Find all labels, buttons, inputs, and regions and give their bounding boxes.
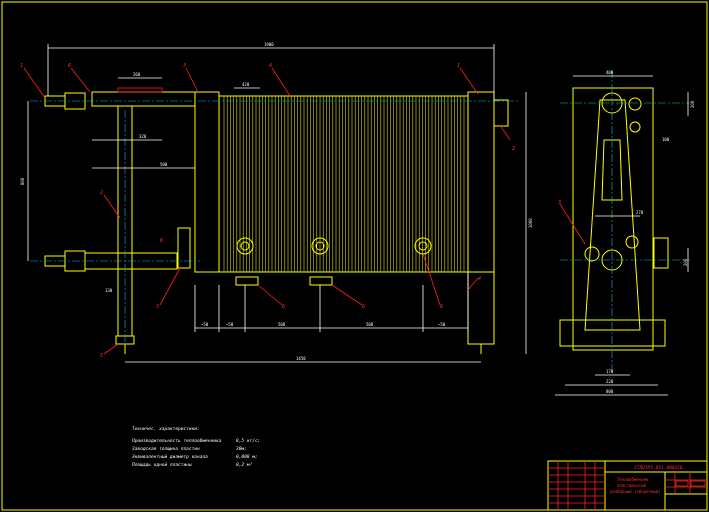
dim-b4: 500 [366, 322, 374, 327]
dim-side-m: 270 [636, 210, 644, 215]
side-trapezoid [584, 99, 641, 331]
bottom-flange-left [177, 227, 191, 269]
doc-name-1: Теплообменник [617, 477, 649, 482]
right-top-nozzle [493, 99, 509, 127]
callout-14: 4 [478, 276, 481, 282]
callout-4: 4 [269, 63, 272, 69]
dim-top-b: 420 [242, 82, 250, 87]
dim-side-r2: 100 [662, 137, 670, 142]
side-bottom-port-2 [584, 246, 600, 262]
drawing-frame [1, 1, 708, 511]
left-pressure-plate [194, 91, 220, 273]
dim-left-v: 800 [20, 177, 25, 185]
tech-row-4-label: Площадь одной пластины [131, 462, 192, 468]
side-top-port-3 [629, 121, 641, 133]
dim-b2: ~50 [226, 322, 234, 327]
tech-row-4-value: 0,2 м² [236, 462, 253, 468]
dim-b5: ~50 [438, 322, 446, 327]
callout-7: 2 [100, 190, 103, 196]
dim-side-b3: 800 [606, 389, 614, 394]
dim-side-r3: 200 [683, 258, 688, 266]
side-view [555, 70, 690, 396]
right-support [467, 271, 495, 345]
callout-12: 6 [160, 238, 163, 244]
dim-side-r1: 200 [690, 100, 695, 108]
side-base [559, 319, 666, 347]
top-guide-bar [91, 91, 196, 107]
dim-side-top: 400 [606, 70, 614, 75]
tech-row-3-label: Эквивалентный диаметр канала [132, 454, 208, 460]
callout-6: 2 [512, 146, 515, 152]
callout-1: 1 [20, 63, 23, 69]
doc-name-2: пластинчатый [617, 483, 646, 488]
cad-drawing: 1 6 3 4 1 2 2 3 6 6 6 6 5 4 3 1900 260 4… [1, 1, 708, 511]
callout-15: 3 [557, 200, 561, 206]
dim-side-b2: 220 [606, 379, 614, 384]
tech-row-1-label: Производительность теплообменника [131, 437, 222, 444]
callout-2: 6 [68, 63, 71, 69]
side-top-port-2 [628, 97, 642, 111]
callout-13: 5 [100, 353, 103, 359]
callout-8: 3 [155, 304, 159, 310]
dim-b6: 130 [105, 288, 113, 293]
dim-right-v: 1000 [528, 218, 533, 228]
dim-top-a: 260 [133, 72, 141, 77]
plate-lines [223, 96, 465, 272]
side-flange [653, 237, 669, 269]
doc-code: ЗТЛОТПЭ.051.0001СБ [633, 465, 683, 471]
dim-mid: 500 [160, 162, 168, 167]
callout-9: 6 [282, 304, 285, 310]
callout-5: 1 [457, 63, 460, 69]
dim-b3: 500 [278, 322, 286, 327]
dim-b1: ~50 [201, 322, 209, 327]
tech-row-3-value: 0,008 м; [236, 454, 258, 460]
bottom-ports [235, 237, 432, 286]
tech-row-2-label: Заводская толщина пластин [131, 446, 200, 452]
top-bar-detail [117, 87, 163, 93]
tech-heading: Техничес. характеристики: [132, 426, 200, 432]
front-view [23, 44, 527, 363]
right-pressure-plate [467, 91, 495, 273]
dim-top-c: 320 [139, 134, 147, 139]
callout-10: 6 [362, 304, 365, 310]
drawing-canvas: 1 6 3 4 1 2 2 3 6 6 6 6 5 4 3 1900 260 4… [0, 0, 709, 512]
dim-overall-top: 1900 [264, 42, 274, 47]
side-frame [572, 87, 654, 351]
side-bottom-port-3 [625, 235, 639, 249]
dim-side-b1: 170 [606, 369, 614, 374]
leader-lines [23, 67, 511, 355]
doc-name-3: разборный (сборочный) [610, 489, 661, 494]
tech-row-1-value: 8,5 кг/с; [236, 438, 260, 444]
tech-row-2-value: 30м; [235, 446, 247, 452]
callout-3: 3 [182, 63, 186, 69]
callout-11: 6 [440, 304, 443, 310]
dim-bottom-total: 1450 [296, 356, 306, 361]
side-dimension-lines [555, 75, 689, 396]
